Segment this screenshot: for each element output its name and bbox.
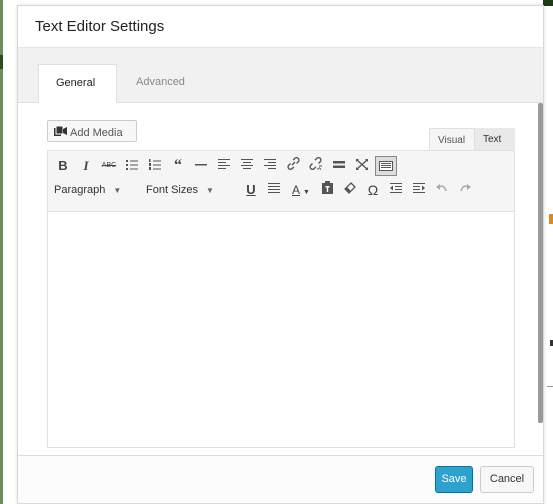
align-right-icon[interactable] [261,155,279,177]
settings-tabs: General Advanced [18,48,543,103]
bold-icon[interactable]: B [54,155,72,177]
font-size-select[interactable]: Font Sizes ▼ [146,179,214,201]
italic-icon[interactable]: I [77,155,95,177]
background-page-edge [547,386,553,387]
dialog-footer: Save Cancel [18,455,543,503]
dialog-title: Text Editor Settings [35,18,165,35]
fullscreen-icon[interactable] [353,155,371,177]
paragraph-format-select[interactable]: Paragraph ▼ [54,179,121,201]
text-editor-settings-dialog: Text Editor Settings General Advanced Ad… [17,5,544,504]
redo-icon[interactable] [456,179,474,201]
strikethrough-icon[interactable]: ABC [100,155,118,177]
save-button[interactable]: Save [435,466,473,493]
chevron-down-icon: ▼ [205,186,214,195]
paragraph-format-label: Paragraph [54,184,106,196]
background-page-edge [0,55,3,69]
chevron-down-icon: ▼ [113,186,122,195]
media-icon [54,125,67,139]
tab-visual[interactable]: Visual [429,128,475,150]
toolbar-row: Paragraph ▼ Font Sizes ▼ U A ▼ Ω [48,179,514,201]
clear-formatting-icon[interactable] [341,179,359,201]
background-page-edge [543,0,553,6]
editor-toolbar: B I ABC “ Paragraph ▼ Font Sizes ▼ U A ▼… [47,150,515,211]
read-more-icon[interactable] [330,155,348,177]
underline-icon[interactable]: U [242,179,260,201]
dialog-scrollbar[interactable] [538,103,543,423]
align-center-icon[interactable] [238,155,256,177]
dialog-header: Text Editor Settings [18,6,543,48]
indent-icon[interactable] [410,179,428,201]
bulleted-list-icon[interactable] [123,155,141,177]
numbered-list-icon[interactable] [146,155,164,177]
cancel-button[interactable]: Cancel [480,466,534,493]
background-page-edge [549,214,553,224]
blockquote-icon[interactable]: “ [169,155,187,177]
add-media-label: Add Media [70,127,123,139]
tab-text[interactable]: Text [475,128,515,150]
tab-advanced[interactable]: Advanced [119,64,202,103]
tab-general[interactable]: General [38,64,117,103]
special-character-icon[interactable]: Ω [364,179,382,201]
link-icon[interactable] [284,155,302,177]
background-page-edge [0,0,3,504]
font-size-label: Font Sizes [146,184,198,196]
editor-content-area[interactable] [47,211,515,448]
justify-icon[interactable] [265,179,283,201]
outdent-icon[interactable] [387,179,405,201]
undo-icon[interactable] [433,179,451,201]
add-media-button[interactable]: Add Media [47,120,137,142]
align-left-icon[interactable] [215,155,233,177]
horizontal-line-icon[interactable] [192,155,210,177]
toolbar-row: B I ABC “ [48,155,514,177]
text-color-icon[interactable]: A ▼ [288,179,314,201]
paste-as-text-icon[interactable] [318,179,336,201]
unlink-icon[interactable] [307,155,325,177]
toolbar-toggle-icon[interactable] [375,156,397,176]
